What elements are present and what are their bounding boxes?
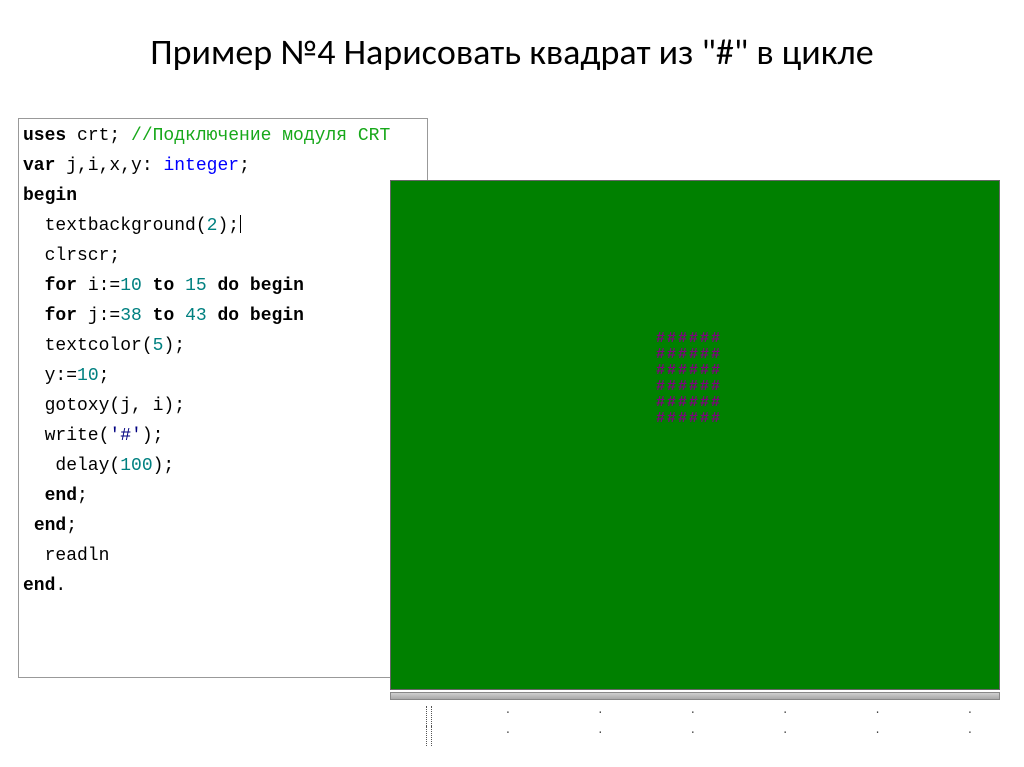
code-text: ; [66, 516, 77, 536]
comment: //Подключение модуля CRT [131, 126, 390, 146]
number-literal: 10 [77, 366, 99, 386]
code-text: textbackground( [23, 216, 207, 236]
code-text: clrscr; [23, 246, 120, 266]
code-text [23, 306, 45, 326]
code-text: . [55, 576, 66, 596]
code-text: j:= [77, 306, 120, 326]
code-text [23, 516, 34, 536]
code-text: textcolor( [23, 336, 153, 356]
keyword-for: for [45, 306, 77, 326]
keyword-to: to [142, 306, 185, 326]
code-text: ; [77, 486, 88, 506]
hash-row: ###### [656, 330, 722, 347]
console-output-window: ###### ###### ###### ###### ###### #####… [390, 180, 1000, 690]
keyword-end: end [45, 486, 77, 506]
code-text: ); [142, 426, 164, 446]
slide-title: Пример №4 Нарисовать квадрат из "#" в ци… [0, 30, 1024, 74]
number-literal: 100 [120, 456, 152, 476]
number-literal: 43 [185, 306, 207, 326]
hash-row: ###### [656, 362, 722, 379]
code-editor-panel: uses crt; //Подключение модуля CRT var j… [18, 118, 428, 678]
keyword-var: var [23, 156, 55, 176]
code-text: ); [217, 216, 239, 236]
code-text: delay( [23, 456, 120, 476]
keyword-end: end [23, 576, 55, 596]
code-text: gotoxy(j, i); [23, 396, 185, 416]
code-text: ; [99, 366, 110, 386]
code-text: ); [153, 456, 175, 476]
code-text: write( [23, 426, 109, 446]
keyword-do-begin: do begin [217, 306, 303, 326]
number-literal: 15 [185, 276, 207, 296]
hash-row: ###### [656, 410, 722, 427]
code-text [207, 306, 218, 326]
ruler-mark-icon [426, 726, 432, 746]
number-literal: 38 [120, 306, 142, 326]
hash-row: ###### [656, 378, 722, 395]
ruler-dots: . . . . . . . . . . . . [426, 706, 986, 736]
hash-square-output: ###### ###### ###### ###### ###### #####… [656, 331, 722, 427]
code-text [23, 276, 45, 296]
keyword-begin: begin [23, 186, 77, 206]
keyword-to: to [142, 276, 185, 296]
console-inner: ###### ###### ###### ###### ###### #####… [391, 181, 999, 689]
code-text: i:= [77, 276, 120, 296]
string-literal: '#' [109, 426, 141, 446]
code-text: readln [23, 546, 109, 566]
slide: Пример №4 Нарисовать квадрат из "#" в ци… [0, 0, 1024, 767]
code-text: ); [163, 336, 185, 356]
code-text [207, 276, 218, 296]
keyword-do-begin: do begin [217, 276, 303, 296]
status-bar [390, 692, 1000, 700]
text-cursor-icon [240, 215, 241, 233]
keyword-for: for [45, 276, 77, 296]
code-text: ; [239, 156, 250, 176]
hash-row: ###### [656, 346, 722, 363]
keyword-end: end [34, 516, 66, 536]
number-literal: 5 [153, 336, 164, 356]
ruler-mark-icon [426, 706, 432, 726]
code-text: y:= [23, 366, 77, 386]
code-text [23, 486, 45, 506]
number-literal: 2 [207, 216, 218, 236]
code-text: crt; [66, 126, 131, 146]
hash-row: ###### [656, 394, 722, 411]
number-literal: 10 [120, 276, 142, 296]
type-integer: integer [163, 156, 239, 176]
code-text: j,i,x,y: [55, 156, 163, 176]
source-code: uses crt; //Подключение модуля CRT var j… [23, 121, 423, 601]
keyword-uses: uses [23, 126, 66, 146]
